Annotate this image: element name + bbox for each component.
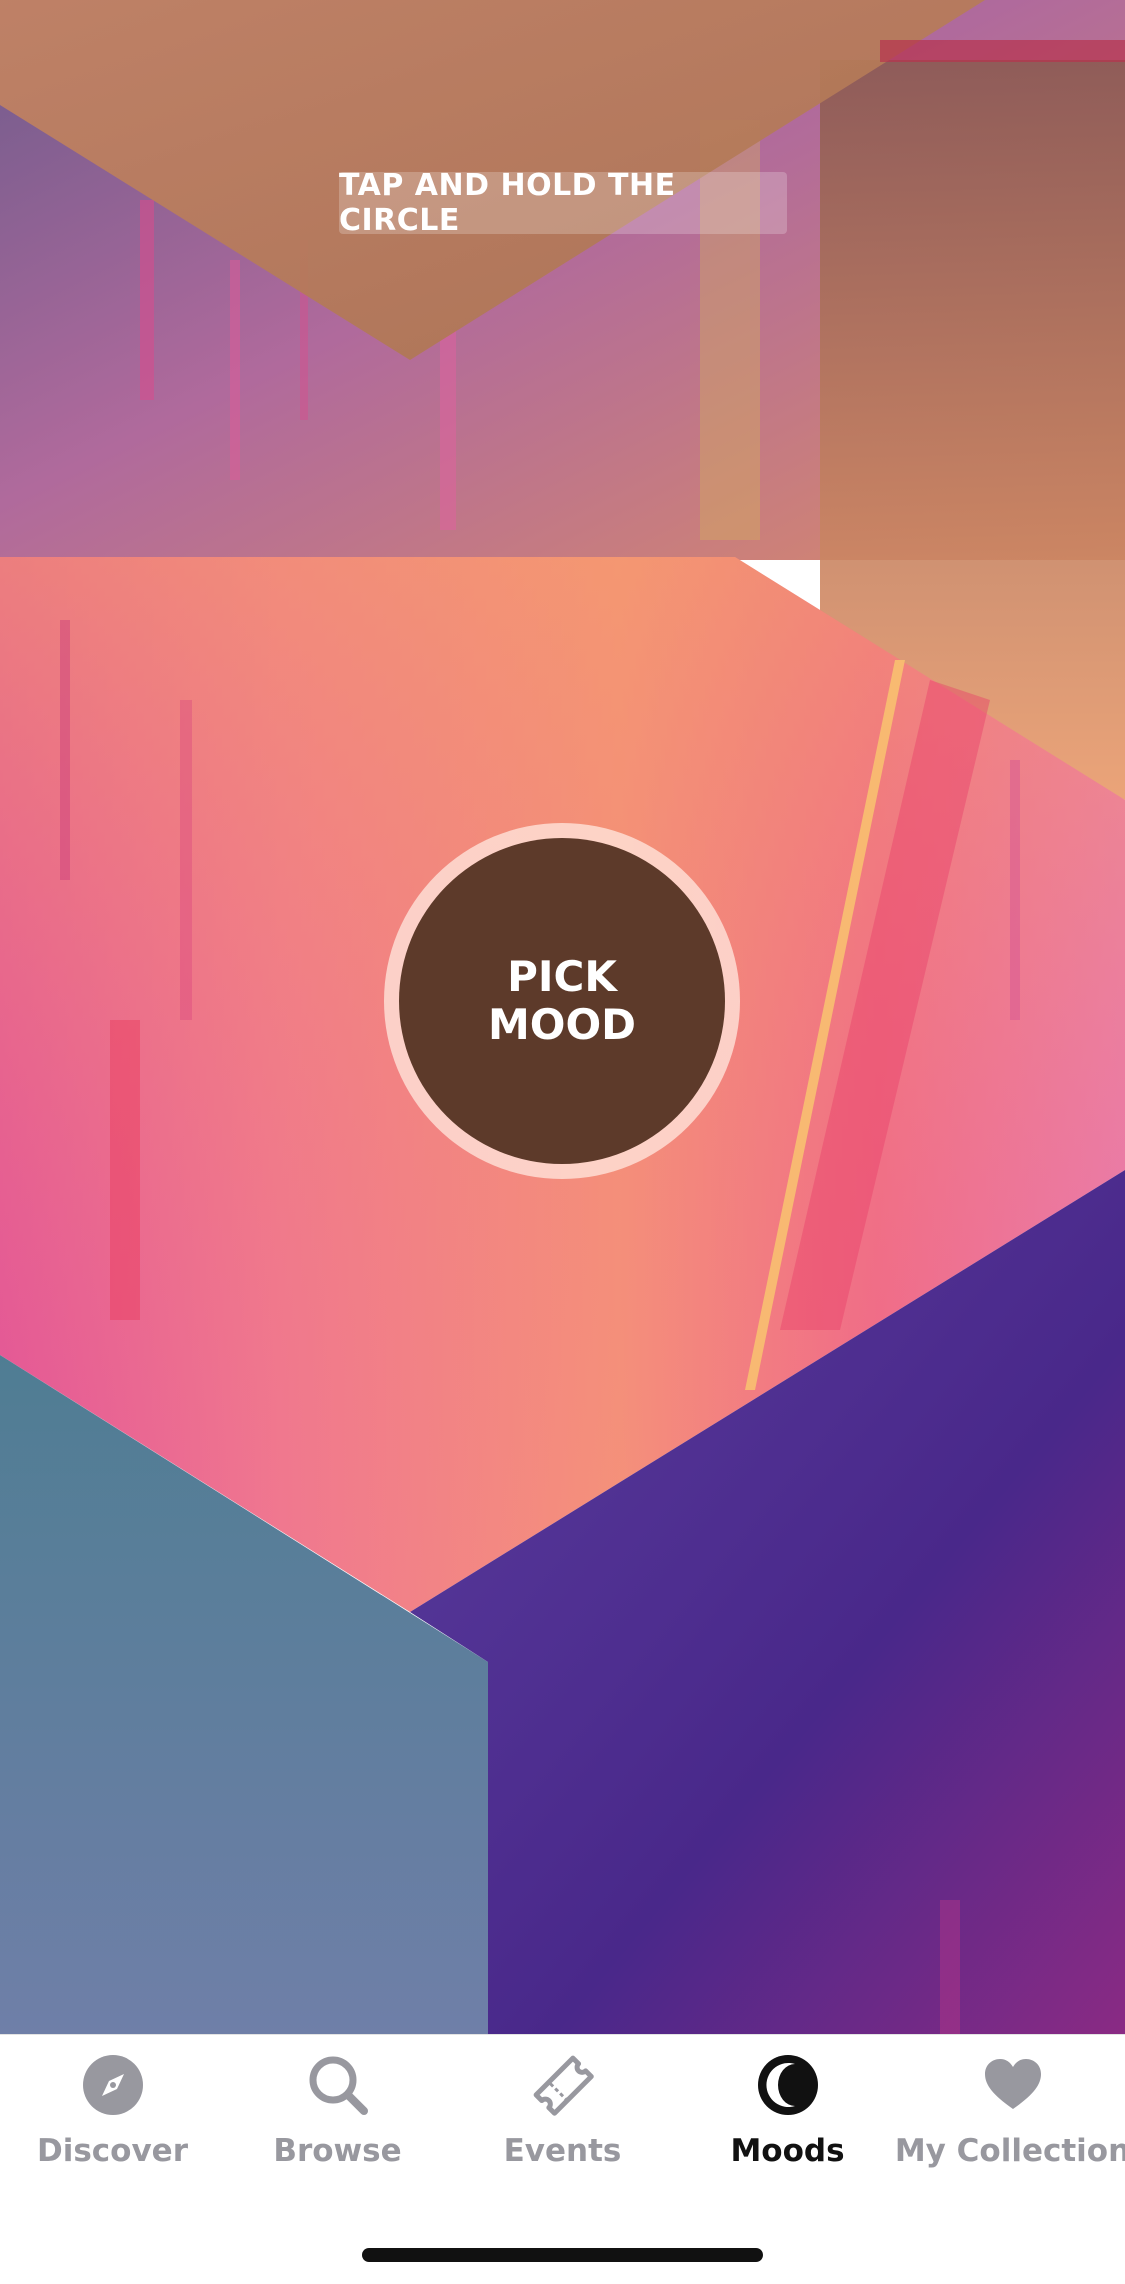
pick-mood-label-line1: PICK [507, 952, 617, 1001]
tab-browse[interactable]: Browse [225, 2053, 450, 2193]
moods-screen: TAP AND HOLD THE CIRCLE PICK MOOD Discov… [0, 0, 1125, 2284]
tab-discover[interactable]: Discover [0, 2053, 225, 2193]
instruction-label: TAP AND HOLD THE CIRCLE [339, 168, 787, 238]
tab-my-collection-label: My Collection [894, 2133, 1125, 2169]
compass-icon [81, 2053, 145, 2117]
tab-moods[interactable]: Moods [675, 2053, 900, 2193]
tab-moods-label: Moods [730, 2133, 845, 2169]
tab-events-label: Events [503, 2133, 622, 2169]
ticket-icon [531, 2053, 595, 2117]
heart-icon [981, 2053, 1045, 2117]
bottom-tab-bar: Discover Browse Events Moods My Collecti… [0, 2034, 1125, 2284]
tab-my-collection[interactable]: My Collection [895, 2053, 1125, 2193]
moon-icon [756, 2053, 820, 2117]
pick-mood-circle: PICK MOOD [399, 838, 725, 1164]
tab-events[interactable]: Events [450, 2053, 675, 2193]
search-icon [306, 2053, 370, 2117]
tab-discover-label: Discover [36, 2133, 188, 2169]
tab-browse-label: Browse [273, 2133, 402, 2169]
home-indicator [362, 2248, 763, 2262]
pick-mood-label-line2: MOOD [487, 1000, 637, 1049]
pick-mood-button[interactable]: PICK MOOD [384, 823, 740, 1179]
